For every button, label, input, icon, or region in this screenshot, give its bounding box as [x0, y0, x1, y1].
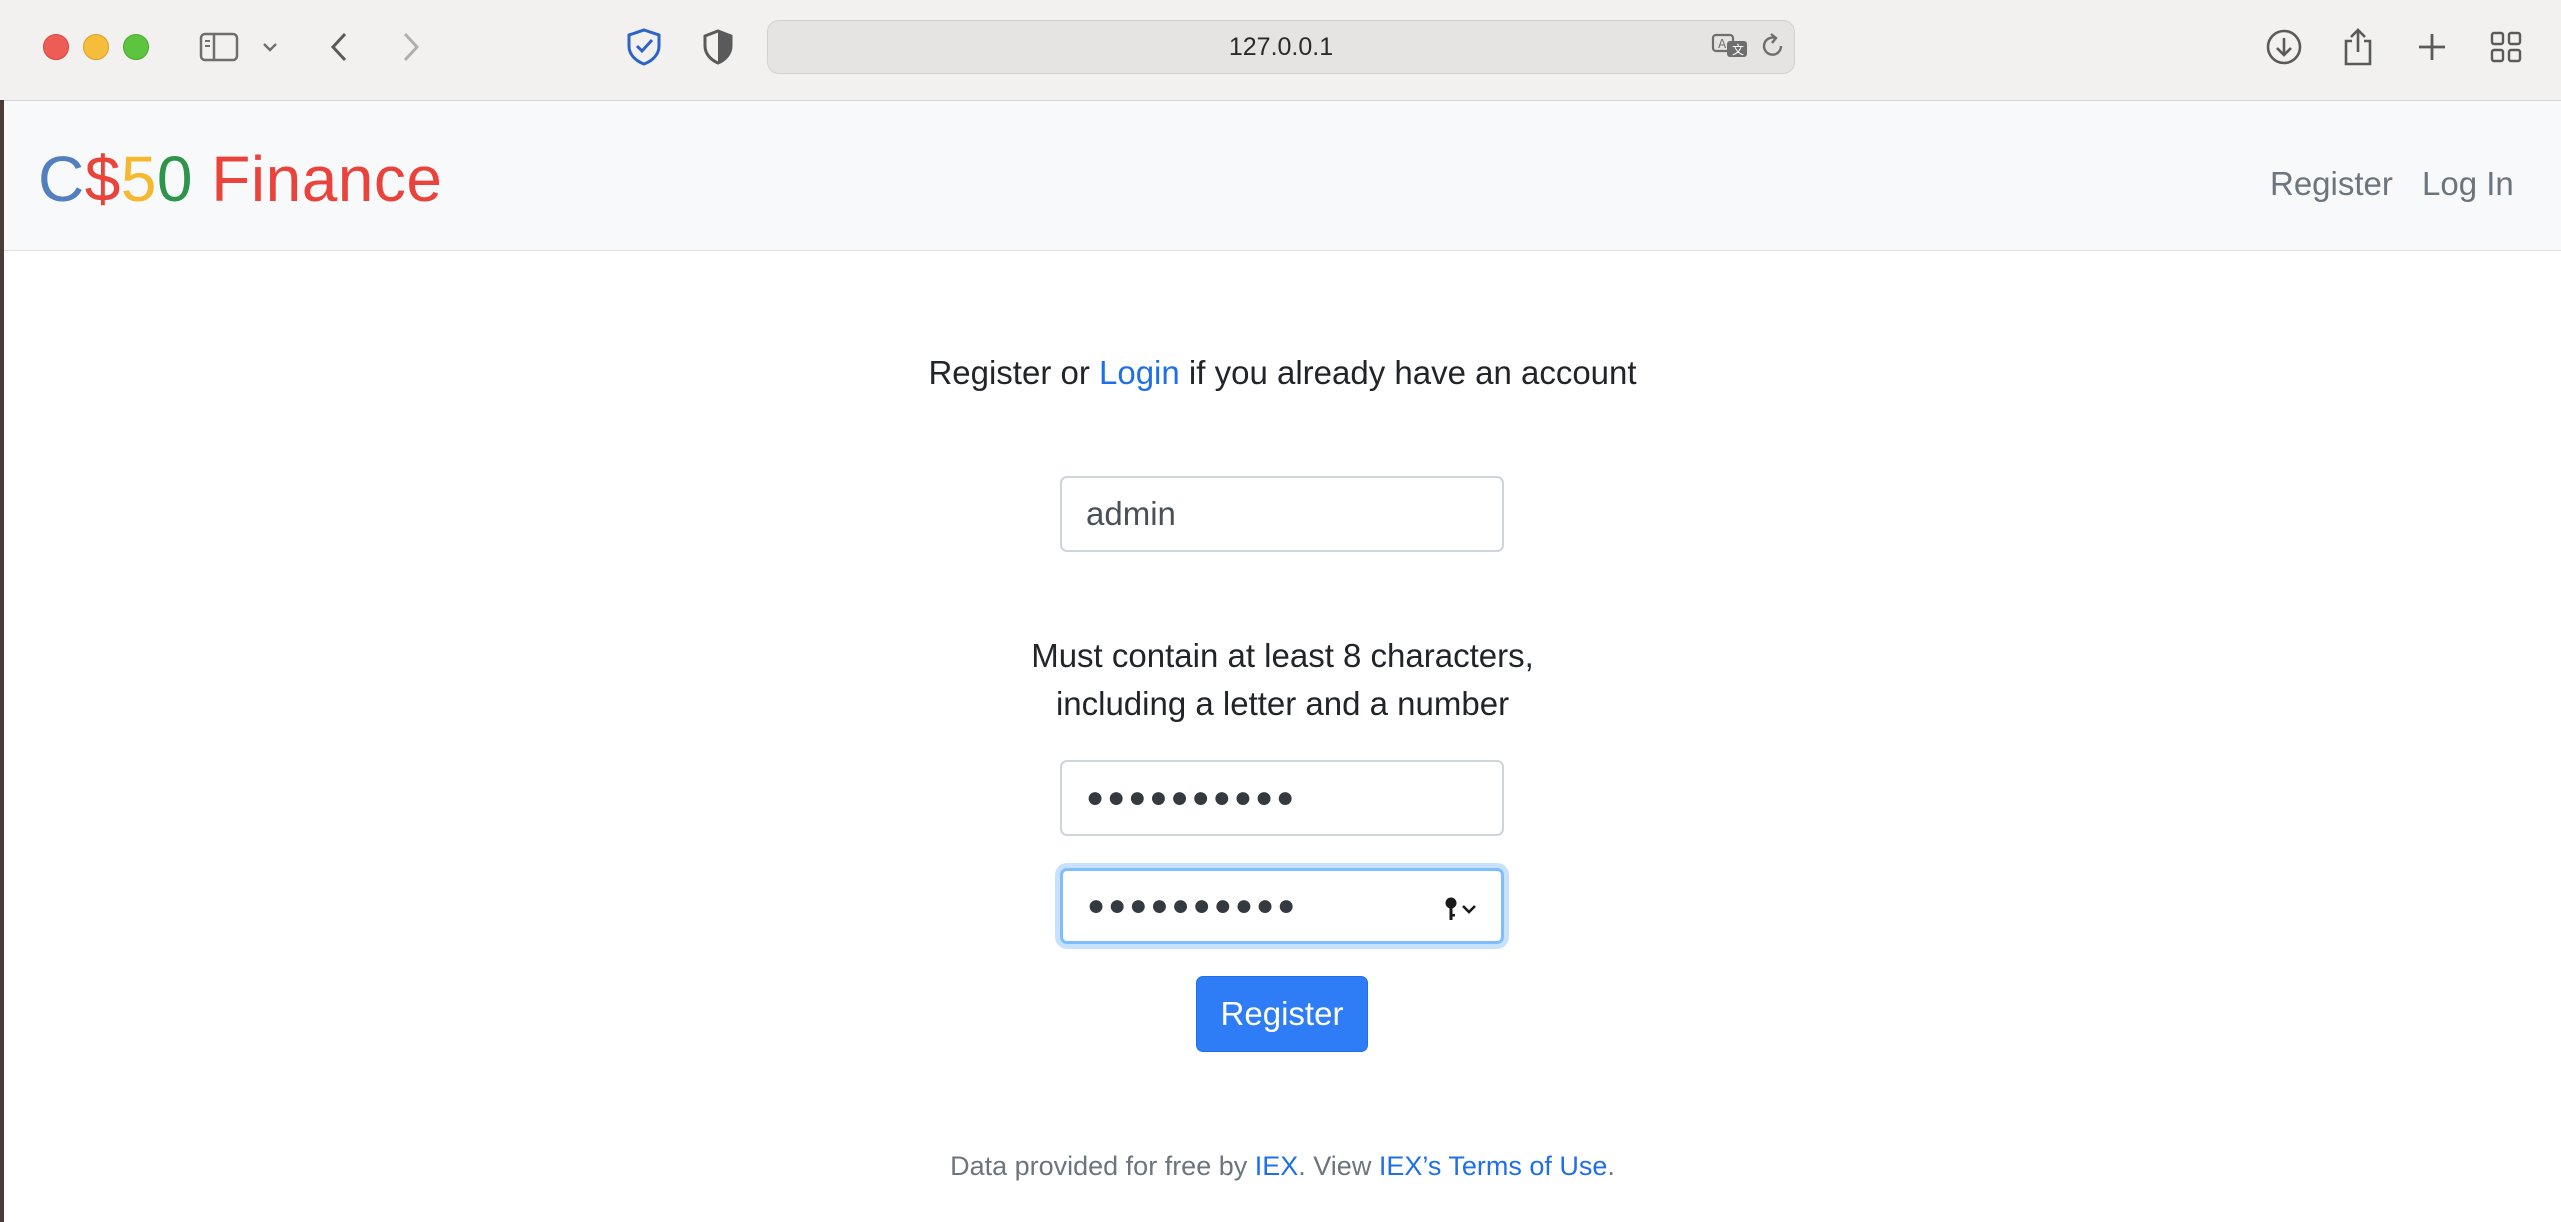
download-icon[interactable] [2262, 22, 2306, 72]
nav-register-link[interactable]: Register [2270, 159, 2393, 209]
iex-link[interactable]: IEX [1255, 1151, 1299, 1181]
iex-terms-link[interactable]: IEX’s Terms of Use [1379, 1151, 1608, 1181]
share-icon[interactable] [2336, 22, 2380, 72]
username-value: admin [1086, 495, 1176, 532]
password-value: ●●●●●●●●●● [1086, 781, 1298, 814]
brand-letter-c: C [38, 143, 85, 215]
half-shield-icon[interactable] [696, 22, 740, 72]
password-hint: Must contain at least 8 characters, incl… [4, 632, 2561, 728]
password-input[interactable]: ●●●●●●●●●● [1060, 760, 1504, 836]
shield-check-icon[interactable] [622, 22, 666, 72]
confirmation-input[interactable]: ●●●●●●●●●● [1060, 868, 1504, 944]
zoom-window-button[interactable] [123, 34, 149, 60]
brand-letter-dollar: $ [84, 143, 121, 215]
browser-window: 127.0.0.1 A 文 C$50 Finance Register Log … [0, 0, 2561, 1222]
svg-text:文: 文 [1732, 42, 1744, 57]
browser-toolbar: 127.0.0.1 A 文 [0, 0, 2561, 101]
plus-icon[interactable] [2410, 22, 2454, 72]
footer-text-before: Data provided for free by [950, 1151, 1255, 1181]
close-window-button[interactable] [43, 34, 69, 60]
confirmation-value: ●●●●●●●●●● [1087, 889, 1299, 922]
footer-text-after: . [1607, 1151, 1615, 1181]
svg-text:A: A [1718, 37, 1727, 51]
grid-icon[interactable] [2484, 22, 2528, 72]
register-page: Register or Login if you already have an… [4, 251, 2561, 1222]
chevron-down-icon[interactable] [258, 22, 282, 72]
intro-text-after: if you already have an account [1179, 354, 1637, 391]
sidebar-icon[interactable] [196, 22, 242, 72]
password-hint-line-2: including a letter and a number [1055, 685, 1510, 722]
page-footer: Data provided for free by IEX. View IEX’… [4, 1146, 2561, 1186]
reload-icon[interactable] [1758, 21, 1788, 71]
site-navbar: C$50 Finance Register Log In [4, 101, 2561, 251]
brand-letter-zero: 0 [156, 143, 193, 215]
translate-icon[interactable]: A 文 [1708, 21, 1752, 71]
footer-text-middle: . View [1298, 1151, 1379, 1181]
address-bar[interactable]: 127.0.0.1 A 文 [767, 20, 1795, 74]
password-key-icon[interactable] [1443, 893, 1479, 931]
brand-word-finance: Finance [193, 143, 443, 215]
brand-logo-link[interactable]: C$50 Finance [38, 139, 442, 219]
intro-text-before: Register or [928, 354, 1099, 391]
username-input[interactable]: admin [1060, 476, 1504, 552]
nav-login-link[interactable]: Log In [2422, 159, 2514, 209]
url-text: 127.0.0.1 [1228, 33, 1334, 61]
register-intro: Register or Login if you already have an… [4, 349, 2561, 397]
login-link[interactable]: Login [1099, 354, 1180, 391]
password-hint-line-1: Must contain at least 8 characters, [1031, 637, 1534, 674]
brand-letter-five: 5 [120, 143, 157, 215]
register-button[interactable]: Register [1196, 976, 1368, 1052]
chevron-left-icon[interactable] [324, 22, 354, 72]
minimize-window-button[interactable] [83, 34, 109, 60]
chevron-right-icon[interactable] [396, 22, 426, 72]
